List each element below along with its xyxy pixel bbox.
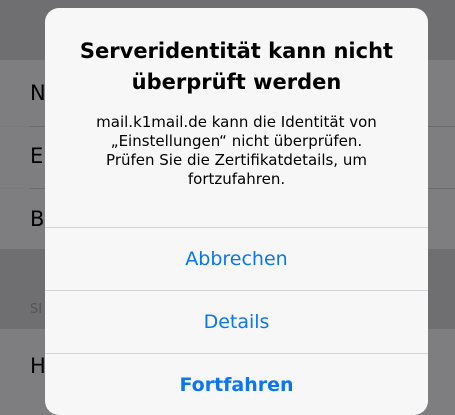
alert-title-line: Serveridentität kann nicht — [79, 39, 394, 63]
alert-message-line: mail.k1mail.de kann die Identität von — [96, 113, 377, 131]
alert-message-line: Prüfen Sie die Zertifikatdetails, um — [106, 151, 367, 169]
settings-row-label: H — [30, 354, 46, 378]
settings-row-label: E — [30, 144, 44, 168]
alert-message: mail.k1mail.de kann die Identität von „E… — [59, 113, 414, 189]
alert-message-line: „Einstellungen“ nicht überprüfen. — [110, 132, 363, 150]
alert-message-line: fortzufahren. — [187, 170, 286, 188]
alert-title-line: überprüft werden — [131, 70, 342, 94]
section-header: SI — [30, 302, 43, 317]
settings-row-label: N — [30, 81, 46, 105]
settings-row-label: B — [30, 207, 45, 231]
cancel-button[interactable]: Abbrechen — [45, 227, 428, 290]
continue-button[interactable]: Fortfahren — [45, 353, 428, 415]
server-identity-alert: Serveridentität kann nicht überprüft wer… — [45, 8, 428, 415]
details-button[interactable]: Details — [45, 290, 428, 353]
alert-title: Serveridentität kann nicht überprüft wer… — [45, 36, 428, 98]
